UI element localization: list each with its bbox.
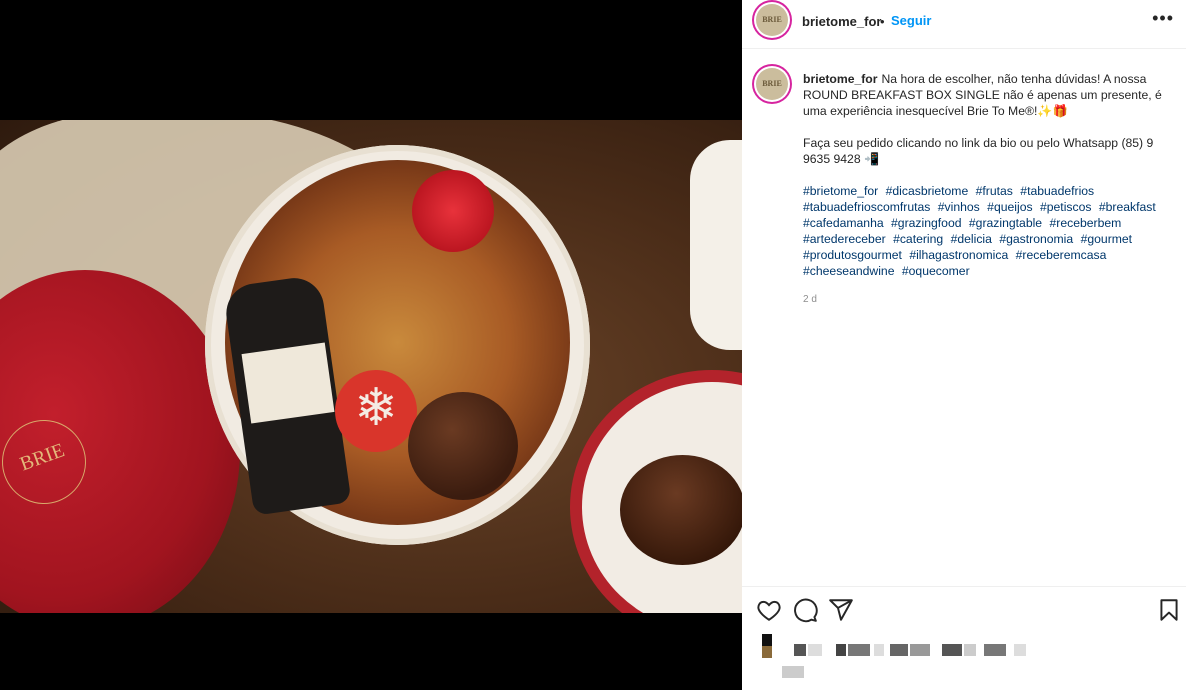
follow-button[interactable]: Seguir — [891, 13, 931, 28]
hashtag-link[interactable]: #ilhagastronomica — [909, 248, 1008, 262]
pixel-block — [874, 644, 884, 656]
hashtag-link[interactable]: #cafedamanha — [803, 216, 884, 230]
pixel-block — [762, 646, 772, 658]
pixel-block — [808, 644, 822, 656]
caption-paragraph-1: brietome_for Na hora de escolher, não ten… — [803, 71, 1173, 119]
hashtag-link[interactable]: #petiscos — [1040, 200, 1092, 214]
hashtag-link[interactable]: #receberbem — [1049, 216, 1121, 230]
caption-username[interactable]: brietome_for — [803, 72, 878, 86]
hashtag-link[interactable]: #grazingfood — [891, 216, 961, 230]
hashtag-link[interactable]: #queijos — [987, 200, 1032, 214]
hashtag-link[interactable]: #artedereceber — [803, 232, 886, 246]
hashtag-link[interactable]: #produtosgourmet — [803, 248, 902, 262]
post-timestamp[interactable]: 2 d — [803, 294, 817, 305]
pixel-block — [782, 666, 804, 678]
pixel-block — [848, 644, 870, 656]
bottle-label — [241, 342, 335, 424]
hashtag-link[interactable]: #gourmet — [1081, 232, 1133, 246]
hashtag-link[interactable]: #brietome_for — [803, 184, 878, 198]
comment-icon[interactable] — [792, 597, 818, 623]
action-bar — [742, 586, 1186, 635]
red-carnation — [412, 170, 494, 252]
pixel-block — [964, 644, 976, 656]
chocolate-bun — [620, 455, 742, 565]
liked-by-pixelated — [762, 634, 1062, 690]
pixel-block — [1014, 644, 1026, 656]
pixel-block — [890, 644, 908, 656]
pixel-block — [942, 644, 962, 656]
save-bookmark-icon[interactable] — [1156, 597, 1182, 623]
hashtag-list: #brietome_for #dicasbrietome #frutas #ta… — [803, 183, 1173, 279]
share-icon[interactable] — [828, 597, 854, 623]
avatar[interactable]: BRIE — [756, 4, 788, 36]
hashtag-link[interactable]: #breakfast — [1099, 200, 1156, 214]
teapot — [690, 140, 742, 350]
hashtag-link[interactable]: #tabuadefrioscomfrutas — [803, 200, 930, 214]
pixel-block — [762, 634, 772, 646]
hashtag-link[interactable]: #catering — [893, 232, 943, 246]
caption-paragraph-2: Faça seu pedido clicando no link da bio … — [803, 136, 1154, 166]
hashtag-link[interactable]: #oquecomer — [902, 264, 970, 278]
pixel-block — [794, 644, 806, 656]
hashtag-link[interactable]: #delicia — [951, 232, 992, 246]
avatar-logo-text: BRIE — [762, 79, 782, 88]
post-side-panel: BRIE brietome_for • Seguir ••• BRIE brie… — [742, 0, 1186, 690]
hashtag-link[interactable]: #cheeseandwine — [803, 264, 894, 278]
more-options-icon[interactable]: ••• — [1152, 8, 1174, 29]
post-photo[interactable]: BRIE — [0, 120, 742, 613]
pixel-block — [984, 644, 1006, 656]
pixel-block — [836, 644, 846, 656]
pixel-block — [910, 644, 930, 656]
hashtag-link[interactable]: #grazingtable — [969, 216, 1042, 230]
post-media: BRIE — [0, 0, 742, 690]
hashtag-link[interactable]: #vinhos — [938, 200, 980, 214]
hashtag-link[interactable]: #frutas — [976, 184, 1013, 198]
author-username[interactable]: brietome_for — [802, 14, 881, 29]
post-caption: brietome_for Na hora de escolher, não ten… — [803, 71, 1173, 295]
hashtag-link[interactable]: #gastronomia — [999, 232, 1073, 246]
separator-dot: • — [880, 14, 885, 29]
hashtag-link[interactable]: #receberemcasa — [1016, 248, 1107, 262]
hashtag-link[interactable]: #dicasbrietome — [886, 184, 969, 198]
snowflake-cookie — [335, 370, 417, 452]
caption-avatar[interactable]: BRIE — [756, 68, 788, 100]
avatar-logo-text: BRIE — [762, 15, 782, 24]
post-header: BRIE brietome_for • Seguir ••• — [742, 0, 1186, 49]
chocolate-pastry — [408, 392, 518, 500]
hashtag-link[interactable]: #tabuadefrios — [1020, 184, 1094, 198]
heart-icon[interactable] — [756, 597, 782, 623]
